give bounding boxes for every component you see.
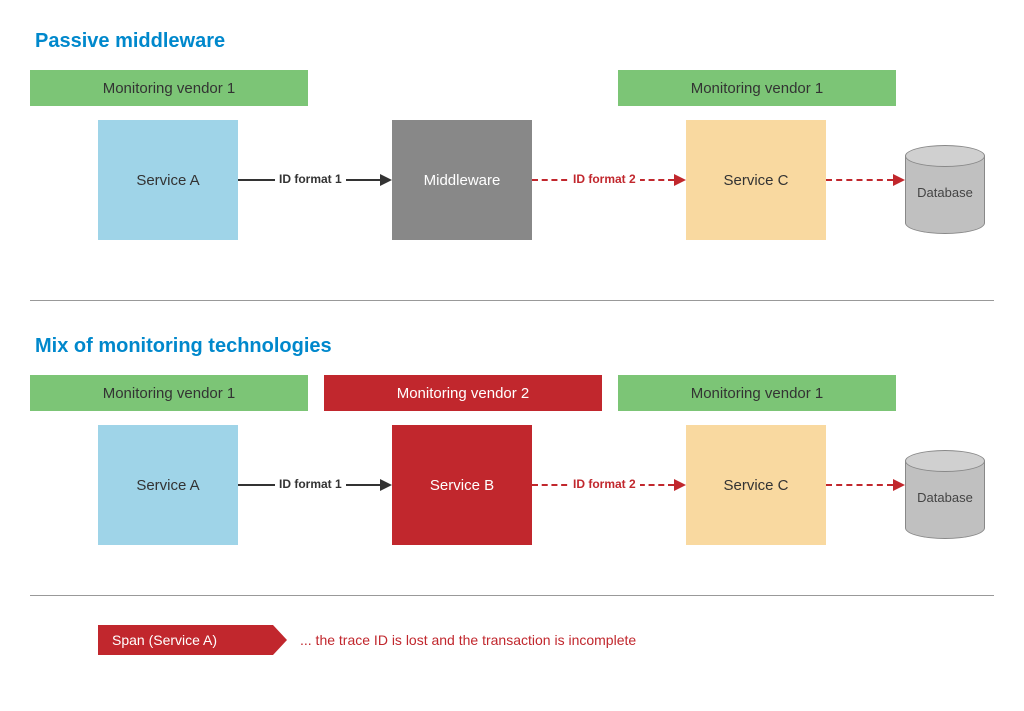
arrow-label-s2-2: ID format 2: [569, 477, 640, 491]
arrow-head-s2-3: [893, 479, 905, 491]
span-box: Span (Service A): [98, 625, 273, 655]
arrow-s1-3: [826, 179, 893, 181]
service-c-box-s2: Service C: [686, 425, 826, 545]
arrow-head-s2-1: [380, 479, 392, 491]
vendor1-box-left-s1: Monitoring vendor 1: [30, 70, 308, 106]
vendor1-box-right-s2: Monitoring vendor 1: [618, 375, 896, 411]
service-a-box-s1: Service A: [98, 120, 238, 240]
section1-title: Passive middleware: [35, 30, 225, 53]
arrow-label-s1-2: ID format 2: [569, 172, 640, 186]
arrow-label-s1-1: ID format 1: [275, 172, 346, 186]
vendor1-box-left-s2: Monitoring vendor 1: [30, 375, 308, 411]
arrow-head-s1-3: [893, 174, 905, 186]
span-description: ... the trace ID is lost and the transac…: [300, 632, 636, 648]
database-label-s2: Database: [905, 490, 985, 505]
vendor2-box-s2: Monitoring vendor 2: [324, 375, 602, 411]
divider-2: [30, 595, 994, 596]
service-b-box-s2: Service B: [392, 425, 532, 545]
divider-1: [30, 300, 994, 301]
service-a-box-s2: Service A: [98, 425, 238, 545]
arrow-label-s2-1: ID format 1: [275, 477, 346, 491]
arrow-head-s2-2: [674, 479, 686, 491]
service-c-box-s1: Service C: [686, 120, 826, 240]
arrow-s2-3: [826, 484, 893, 486]
database-s2: Database: [905, 450, 985, 540]
section2-title: Mix of monitoring technologies: [35, 335, 332, 358]
middleware-box-s1: Middleware: [392, 120, 532, 240]
arrow-head-s1-1: [380, 174, 392, 186]
arrow-head-s1-2: [674, 174, 686, 186]
vendor1-box-right-s1: Monitoring vendor 1: [618, 70, 896, 106]
database-s1: Database: [905, 145, 985, 235]
database-label-s1: Database: [905, 185, 985, 200]
